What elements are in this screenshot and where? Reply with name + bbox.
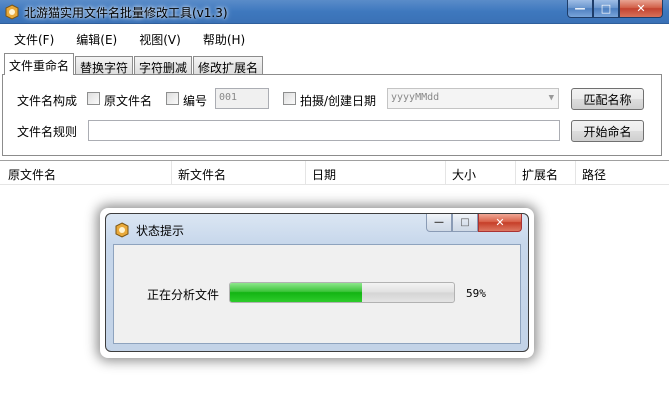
rule-label: 文件名规则 [17, 125, 78, 139]
status-label: 正在分析文件 [147, 288, 220, 302]
start-rename-button[interactable]: 开始命名 [571, 120, 644, 142]
menu-view[interactable]: 视图(V) [131, 28, 189, 50]
tab-delete-chars[interactable]: 字符删减 [134, 56, 193, 75]
number-label: 编号 [183, 94, 208, 108]
minimize-icon: — [574, 2, 586, 15]
list-header: 原文件名 新文件名 日期 大小 扩展名 路径 [0, 161, 669, 185]
window-title: 北游猫实用文件名批量修改工具(v1.3) [24, 6, 228, 20]
date-label: 拍摄/创建日期 [300, 94, 377, 108]
maximize-button[interactable]: □ [593, 0, 619, 18]
minimize-button[interactable]: — [567, 0, 593, 18]
rename-panel: 文件名构成 原文件名 编号 001 拍摄/创建日期 yyyyMMdd ▼ 匹配名… [2, 74, 662, 156]
close-button[interactable]: ✕ [619, 0, 663, 18]
tab-strip: 文件重命名 替换字符 字符删减 修改扩展名 [4, 53, 264, 75]
date-checkbox[interactable] [283, 92, 296, 105]
dialog-body: 正在分析文件 59% [113, 244, 521, 344]
dialog-maximize-button[interactable]: □ [452, 214, 478, 232]
progress-fill [230, 283, 363, 302]
tab-rename[interactable]: 文件重命名 [4, 53, 75, 75]
minimize-icon: — [434, 217, 444, 228]
maximize-icon: □ [600, 2, 612, 15]
number-checkbox[interactable] [166, 92, 179, 105]
close-icon: ✕ [495, 216, 505, 229]
col-new-name[interactable]: 新文件名 [172, 161, 306, 185]
app-icon [115, 222, 129, 238]
col-size[interactable]: 大小 [446, 161, 516, 185]
match-name-button[interactable]: 匹配名称 [571, 88, 644, 110]
chevron-down-icon: ▼ [548, 93, 554, 103]
status-dialog: 状态提示 — □ ✕ 正在分析文件 59% [105, 213, 529, 352]
dialog-close-button[interactable]: ✕ [478, 214, 522, 232]
number-field[interactable]: 001 [215, 88, 269, 109]
col-path[interactable]: 路径 [576, 161, 669, 185]
dialog-minimize-button[interactable]: — [426, 214, 452, 232]
date-format-value: yyyyMMdd [391, 92, 440, 103]
date-format-select[interactable]: yyyyMMdd ▼ [387, 88, 559, 109]
title-bar[interactable]: 北游猫实用文件名批量修改工具(v1.3) — □ ✕ [0, 0, 669, 24]
original-name-label: 原文件名 [104, 94, 153, 108]
close-icon: ✕ [636, 2, 646, 15]
progress-bar [229, 282, 455, 303]
menu-file[interactable]: 文件(F) [6, 28, 62, 50]
progress-percent: 59% [466, 287, 486, 300]
menu-bar: 文件(F) 编辑(E) 视图(V) 帮助(H) [0, 28, 253, 50]
maximize-icon: □ [460, 217, 470, 228]
menu-edit[interactable]: 编辑(E) [68, 28, 125, 50]
col-date[interactable]: 日期 [306, 161, 446, 185]
tab-replace[interactable]: 替换字符 [75, 56, 134, 75]
rule-input[interactable] [88, 120, 560, 141]
col-original-name[interactable]: 原文件名 [2, 161, 172, 185]
menu-help[interactable]: 帮助(H) [195, 28, 253, 50]
col-extension[interactable]: 扩展名 [516, 161, 576, 185]
original-name-checkbox[interactable] [87, 92, 100, 105]
dialog-title: 状态提示 [136, 224, 185, 238]
composition-label: 文件名构成 [17, 94, 78, 108]
app-icon [5, 4, 19, 20]
tab-extension[interactable]: 修改扩展名 [193, 56, 264, 75]
